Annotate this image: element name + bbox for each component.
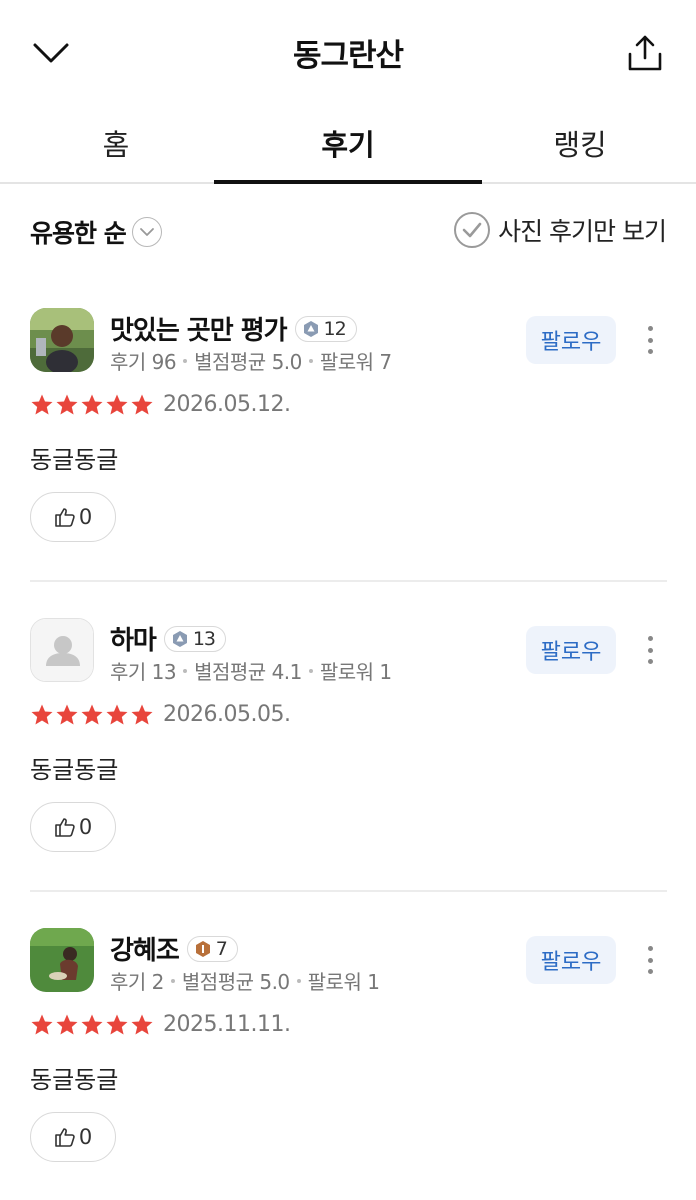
thumbs-up-icon bbox=[55, 508, 75, 527]
follower-count: 팔로워 1 bbox=[307, 970, 380, 994]
follow-button[interactable]: 팔로우 bbox=[526, 316, 616, 364]
star-icon bbox=[31, 1014, 53, 1034]
star-icon bbox=[81, 704, 103, 724]
average-rating: 별점평균 5.0 bbox=[181, 970, 290, 994]
star-icon bbox=[31, 394, 53, 414]
level-number: 12 bbox=[323, 317, 347, 340]
reviewer-name[interactable]: 맛있는 곳만 평가 12 bbox=[110, 310, 357, 347]
average-rating: 별점평균 4.1 bbox=[194, 660, 302, 684]
top-bar: 동그란산 bbox=[0, 0, 696, 104]
like-count: 0 bbox=[78, 505, 93, 529]
star-icon bbox=[56, 1014, 78, 1034]
follower-count: 팔로워 7 bbox=[319, 350, 392, 374]
star-rating bbox=[30, 1013, 155, 1037]
star-icon bbox=[81, 1014, 103, 1034]
page-title: 동그란산 bbox=[292, 38, 404, 74]
average-rating: 별점평균 5.0 bbox=[194, 350, 302, 374]
tab-ranking[interactable]: 랭킹 bbox=[464, 104, 696, 182]
sort-dropdown[interactable]: 유용한 순 bbox=[30, 214, 162, 250]
review-date: 2026.05.05. bbox=[163, 702, 291, 727]
star-icon bbox=[56, 704, 78, 724]
star-icon bbox=[106, 394, 128, 414]
reviewer-stats: 후기 96 별점평균 5.0 팔로워 7 bbox=[110, 346, 392, 375]
level-badge: 13 bbox=[163, 625, 227, 652]
reviewer-nickname: 맛있는 곳만 평가 bbox=[110, 316, 288, 346]
like-button[interactable]: 0 bbox=[30, 802, 116, 852]
avatar[interactable] bbox=[30, 618, 94, 682]
tab-home[interactable]: 홈 bbox=[0, 104, 232, 182]
divider bbox=[30, 890, 667, 892]
review-count: 후기 13 bbox=[110, 660, 177, 684]
level-icon bbox=[195, 940, 210, 957]
sort-label: 유용한 순 bbox=[30, 219, 127, 248]
level-number: 7 bbox=[215, 937, 228, 960]
review-text: 동글동글 bbox=[30, 756, 119, 784]
review-count: 후기 96 bbox=[110, 350, 177, 374]
more-options-icon[interactable] bbox=[638, 322, 662, 358]
level-icon bbox=[303, 320, 318, 337]
like-count: 0 bbox=[78, 815, 93, 839]
like-button[interactable]: 0 bbox=[30, 1112, 116, 1162]
reviewer-name[interactable]: 하마 13 bbox=[110, 620, 227, 657]
reviewer-stats: 후기 13 별점평균 4.1 팔로워 1 bbox=[110, 656, 392, 685]
avatar[interactable] bbox=[30, 928, 94, 992]
tab-bar: 홈 후기 랭킹 bbox=[0, 104, 696, 184]
review-item: 하마 13 후기 13 별점평균 4.1 팔로워 1 팔로우 2026.05.0… bbox=[30, 618, 667, 892]
photo-only-toggle[interactable]: 사진 후기만 보기 bbox=[454, 212, 667, 248]
level-number: 13 bbox=[192, 627, 216, 650]
review-item: 맛있는 곳만 평가 12 후기 96 별점평균 5.0 팔로워 7 팔로우 20… bbox=[30, 308, 667, 582]
check-circle-icon bbox=[454, 212, 491, 248]
like-button[interactable]: 0 bbox=[30, 492, 116, 542]
divider bbox=[30, 580, 667, 582]
star-rating bbox=[30, 393, 155, 417]
tab-reviews[interactable]: 후기 bbox=[214, 104, 482, 184]
star-icon bbox=[81, 394, 103, 414]
star-icon bbox=[131, 394, 153, 414]
follow-button[interactable]: 팔로우 bbox=[526, 936, 616, 984]
star-icon bbox=[106, 1014, 128, 1034]
more-options-icon[interactable] bbox=[638, 632, 662, 668]
rating-row: 2026.05.12. bbox=[30, 392, 291, 417]
level-badge: 7 bbox=[186, 935, 238, 962]
star-icon bbox=[131, 1014, 153, 1034]
star-icon bbox=[31, 704, 53, 724]
reviewer-name[interactable]: 강혜조 7 bbox=[110, 930, 238, 967]
star-rating bbox=[30, 703, 155, 727]
reviewer-nickname: 강혜조 bbox=[110, 936, 180, 966]
level-badge: 12 bbox=[294, 315, 357, 342]
thumbs-up-icon bbox=[55, 818, 75, 837]
star-icon bbox=[131, 704, 153, 724]
review-text: 동글동글 bbox=[30, 446, 119, 474]
avatar[interactable] bbox=[30, 308, 94, 372]
chevron-down-icon bbox=[131, 217, 162, 247]
rating-row: 2026.05.05. bbox=[30, 702, 291, 727]
review-text: 동글동글 bbox=[30, 1066, 119, 1094]
photo-only-label: 사진 후기만 보기 bbox=[498, 217, 667, 246]
review-date: 2025.11.11. bbox=[163, 1012, 291, 1037]
star-icon bbox=[56, 394, 78, 414]
review-date: 2026.05.12. bbox=[163, 392, 291, 417]
filter-bar: 유용한 순 사진 후기만 보기 bbox=[0, 186, 696, 276]
like-count: 0 bbox=[78, 1125, 93, 1149]
reviewer-nickname: 하마 bbox=[110, 626, 157, 656]
rating-row: 2025.11.11. bbox=[30, 1012, 291, 1037]
share-icon[interactable] bbox=[622, 30, 668, 76]
follow-button[interactable]: 팔로우 bbox=[526, 626, 616, 674]
follower-count: 팔로워 1 bbox=[319, 660, 392, 684]
reviewer-stats: 후기 2 별점평균 5.0 팔로워 1 bbox=[110, 966, 380, 995]
review-item: 강혜조 7 후기 2 별점평균 5.0 팔로워 1 팔로우 2025.11.11… bbox=[30, 928, 667, 1200]
star-icon bbox=[106, 704, 128, 724]
level-icon bbox=[172, 630, 187, 647]
review-count: 후기 2 bbox=[110, 970, 164, 994]
more-options-icon[interactable] bbox=[638, 942, 662, 978]
thumbs-up-icon bbox=[55, 1128, 75, 1147]
